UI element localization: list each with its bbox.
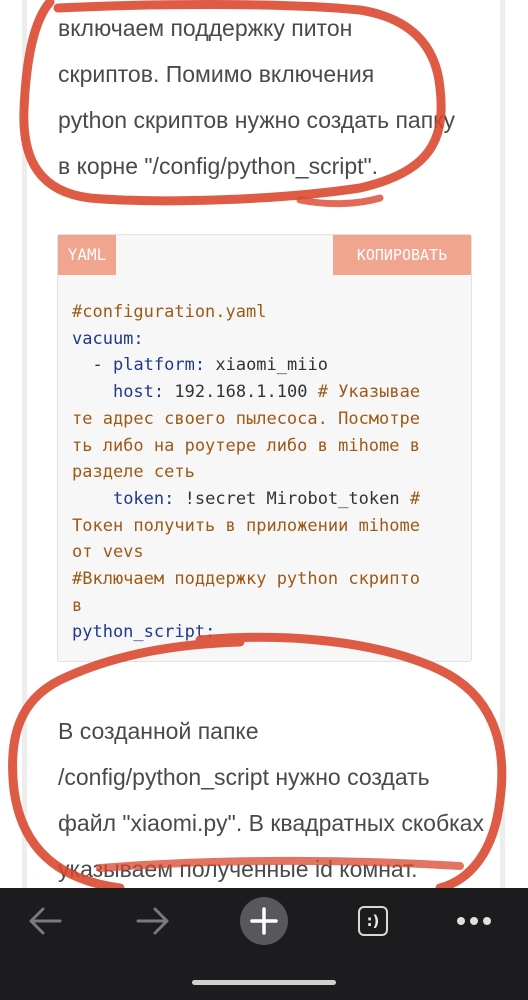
copy-button[interactable]: КОПИРОВАТЬ — [333, 235, 471, 275]
code-block: YAML КОПИРОВАТЬ #configuration.yaml vacu… — [57, 234, 472, 662]
paragraph-line: указываем полученные id комнат. — [58, 856, 418, 882]
paragraph-line: В созданной папке — [58, 718, 259, 744]
code-comment: разделе сеть — [72, 462, 195, 483]
paragraph-1: включаем поддержку питон скриптов. Помим… — [58, 0, 478, 189]
article-page: включаем поддержку питон скриптов. Помим… — [0, 0, 528, 888]
code-key: platform — [112, 355, 195, 376]
paragraph-line: скриптов. Помимо включения — [58, 61, 375, 87]
paragraph-line: python скриптов нужно создать папку — [58, 107, 455, 133]
code-comment: от vevs — [72, 542, 144, 563]
code-key: vacuum — [72, 328, 134, 349]
code-comment: ть либо на роутере либо в mihome в — [72, 435, 420, 456]
plus-icon — [240, 897, 288, 945]
column-border-right — [500, 0, 505, 888]
code-value: 192.168.1.100 — [174, 382, 308, 403]
arrow-left-icon — [29, 907, 62, 935]
new-tab-button[interactable] — [229, 888, 299, 954]
more-button[interactable] — [439, 888, 509, 954]
code-comment: # — [409, 488, 421, 509]
code-comment: # Указывае — [317, 382, 421, 403]
code-value: !secret Mirobot_token — [184, 488, 400, 509]
code-comment: Токен получить в приложении mihome — [72, 515, 420, 536]
paragraph-2: В созданной папке /config/python_script … — [58, 708, 484, 892]
tabs-counter: :) — [358, 906, 388, 936]
more-dots-icon — [457, 917, 491, 925]
paragraph-line: файл "xiaomi.py". В квадратных скобках — [58, 810, 484, 836]
code-key: token — [112, 488, 165, 509]
back-button[interactable] — [10, 888, 80, 954]
tabs-button[interactable]: :) — [338, 888, 408, 954]
code-content[interactable]: #configuration.yaml vacuum: - platform: … — [72, 299, 420, 646]
arrow-right-icon — [136, 907, 169, 935]
paragraph-line: /config/python_script нужно создать — [58, 764, 430, 790]
code-key: host — [112, 382, 154, 403]
code-comment: #Включаем поддержку python скрипто — [72, 569, 420, 590]
browser-toolbar: :) — [0, 888, 528, 1000]
code-comment: в — [72, 595, 83, 616]
paragraph-line: включаем поддержку питон — [58, 15, 353, 41]
code-language-label: YAML — [58, 235, 116, 275]
column-border-left — [22, 0, 27, 888]
paragraph-line: в корне "/config/python_script". — [58, 153, 379, 179]
forward-button[interactable] — [118, 888, 188, 954]
code-key: python_script — [72, 622, 206, 643]
home-indicator — [192, 980, 336, 985]
code-comment: те адрес своего пылесоса. Посмотре — [72, 408, 420, 429]
code-comment: #configuration.yaml — [72, 302, 267, 322]
code-value: xiaomi_miio — [215, 355, 328, 376]
